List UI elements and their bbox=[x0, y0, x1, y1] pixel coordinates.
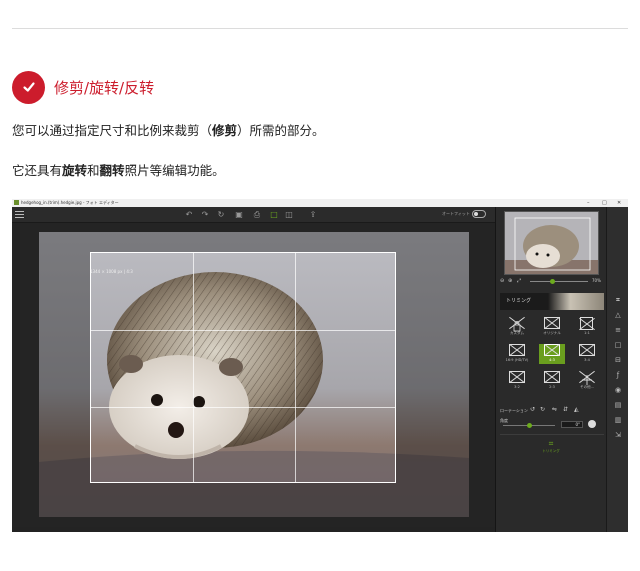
share-icon[interactable]: ⇪ bbox=[308, 210, 318, 219]
ratio-3-4-button[interactable]: 3:4 bbox=[574, 344, 600, 364]
panel-divider bbox=[500, 434, 604, 435]
crop-size-label: 1344 × 1008 px | 4:3 bbox=[90, 269, 133, 274]
minimize-button[interactable]: – bbox=[587, 199, 590, 207]
zoom-value: 70% bbox=[592, 278, 601, 283]
apply-trim-label: トリミング bbox=[542, 449, 560, 453]
layers-tool-icon[interactable]: ▥ bbox=[613, 415, 623, 425]
section-heading: 修剪/旋转/反转 bbox=[12, 70, 154, 104]
ratio-icon bbox=[579, 344, 595, 356]
ratio-more-button[interactable]: その他... bbox=[574, 371, 600, 391]
effects-tool-icon[interactable]: ƒ bbox=[613, 370, 623, 380]
plus-icon bbox=[579, 371, 595, 385]
ratio-icon bbox=[544, 371, 560, 383]
crop-icon: ⌗ bbox=[548, 439, 554, 448]
zoom-in-icon[interactable]: ⊕ bbox=[508, 278, 512, 284]
main-toolbar: ↶ ↷ ↻ ▣ ⎙ □ ◫ ⇪ オートフィット bbox=[12, 207, 495, 223]
ratio-custom-button[interactable]: カスタム bbox=[504, 317, 530, 337]
section-title: 修剪/旋转/反转 bbox=[54, 78, 155, 97]
angle-controls: 角度 0° bbox=[500, 418, 604, 430]
ratio-1-1-button[interactable]: 1:1 bbox=[574, 317, 600, 337]
print-icon[interactable]: ⎙ bbox=[252, 210, 262, 219]
redo-icon[interactable]: ↷ bbox=[200, 210, 210, 219]
photo-preview bbox=[39, 232, 469, 517]
angle-label: 角度 bbox=[500, 418, 508, 423]
rotate-right-icon[interactable]: ↻ bbox=[540, 406, 545, 413]
trim-section-header[interactable]: トリミング bbox=[500, 293, 604, 310]
lock-icon bbox=[509, 317, 525, 332]
trim-title: トリミング bbox=[506, 298, 532, 304]
color-tool-icon[interactable]: ◉ bbox=[613, 385, 623, 395]
photo-editor-screenshot: hedgehog_in.(trim).hedgie.jpg - フォト エディタ… bbox=[12, 199, 628, 532]
angle-slider-handle[interactable] bbox=[527, 423, 532, 428]
mirror-icon[interactable]: ◭ bbox=[574, 406, 579, 413]
resize-tool-icon[interactable]: ⊟ bbox=[613, 355, 623, 365]
trim-banner-image bbox=[548, 293, 604, 310]
filter-tool-icon[interactable]: ≡ bbox=[613, 325, 623, 335]
window-title: hedgehog_in.(trim).hedgie.jpg - フォト エディタ… bbox=[21, 200, 119, 205]
undo-icon[interactable]: ↶ bbox=[184, 210, 194, 219]
adjust-tool-icon[interactable]: △ bbox=[613, 310, 623, 320]
crop-frame[interactable] bbox=[90, 252, 396, 483]
rotation-controls: ローテーション ↺ ↻ ⇋ ⇵ ◭ bbox=[500, 406, 604, 416]
angle-input[interactable]: 0° bbox=[561, 421, 583, 428]
description-paragraph-1: 您可以通过指定尺寸和比例来裁剪（修剪）所需的部分。 bbox=[12, 123, 325, 138]
ratio-original-button[interactable]: オリジナル bbox=[539, 317, 565, 337]
description-paragraph-2: 它还具有旋转和翻转照片等编辑功能。 bbox=[12, 163, 225, 178]
export-tool-icon[interactable]: ⇲ bbox=[613, 430, 623, 440]
rotation-label: ローテーション bbox=[500, 408, 528, 413]
auto-fit-toggle[interactable] bbox=[472, 210, 486, 218]
compare-view-icon[interactable]: ◫ bbox=[284, 210, 294, 219]
hamburger-menu-icon[interactable] bbox=[15, 211, 24, 218]
frame-tool-icon[interactable]: □ bbox=[613, 340, 623, 350]
ratio-icon bbox=[509, 344, 525, 356]
rotate-icon[interactable]: ↻ bbox=[216, 210, 226, 219]
zoom-slider-handle[interactable] bbox=[550, 279, 555, 284]
flip-horizontal-icon[interactable]: ⇋ bbox=[552, 406, 557, 413]
navigator-thumbnail[interactable] bbox=[504, 211, 599, 275]
crop-tool-icon[interactable]: ⌗ bbox=[613, 295, 623, 305]
edit-canvas: 1344 × 1008 px | 4:3 bbox=[12, 223, 495, 527]
ratio-3-2-button[interactable]: 3:2 bbox=[504, 371, 530, 391]
thumbnail-image bbox=[505, 212, 598, 274]
zoom-out-icon[interactable]: ⊖ bbox=[500, 278, 504, 284]
close-button[interactable]: ✕ bbox=[617, 199, 621, 207]
zoom-controls: ⊖ ⊕ ⤢ 70% bbox=[500, 277, 604, 286]
reset-angle-icon[interactable] bbox=[588, 420, 596, 428]
window-titlebar: hedgehog_in.(trim).hedgie.jpg - フォト エディタ… bbox=[12, 199, 628, 207]
ratio-4-3-button[interactable]: 4:3 bbox=[539, 344, 565, 364]
fit-icon[interactable]: ⤢ bbox=[517, 278, 521, 284]
app-icon bbox=[14, 200, 19, 205]
apply-trim-button[interactable]: ⌗ トリミング bbox=[536, 439, 566, 461]
ratio-icon bbox=[509, 371, 525, 383]
checkmark-icon bbox=[12, 70, 45, 104]
side-panel: ⊖ ⊕ ⤢ 70% トリミング カスタム オリジナル 1:1 16:9 (HD/… bbox=[495, 207, 606, 532]
ratio-icon bbox=[580, 317, 593, 330]
page-divider bbox=[12, 28, 628, 29]
zoom-slider[interactable] bbox=[530, 281, 588, 282]
tool-sidebar: ⌗ △ ≡ □ ⊟ ƒ ◉ ▤ ▥ ⇲ bbox=[606, 207, 628, 532]
rotate-left-icon[interactable]: ↺ bbox=[530, 406, 535, 413]
original-icon bbox=[544, 317, 560, 329]
text-tool-icon[interactable]: ▤ bbox=[613, 400, 623, 410]
ratio-16-9-button[interactable]: 16:9 (HD/TV) bbox=[504, 344, 530, 364]
single-view-icon[interactable]: □ bbox=[269, 210, 279, 219]
auto-fit-label: オートフィット bbox=[442, 211, 470, 216]
flip-vertical-icon[interactable]: ⇵ bbox=[563, 406, 568, 413]
save-icon[interactable]: ▣ bbox=[234, 210, 244, 219]
ratio-2-3-button[interactable]: 2:3 bbox=[539, 371, 565, 391]
maximize-button[interactable]: □ bbox=[602, 199, 607, 207]
ratio-icon bbox=[544, 344, 560, 356]
